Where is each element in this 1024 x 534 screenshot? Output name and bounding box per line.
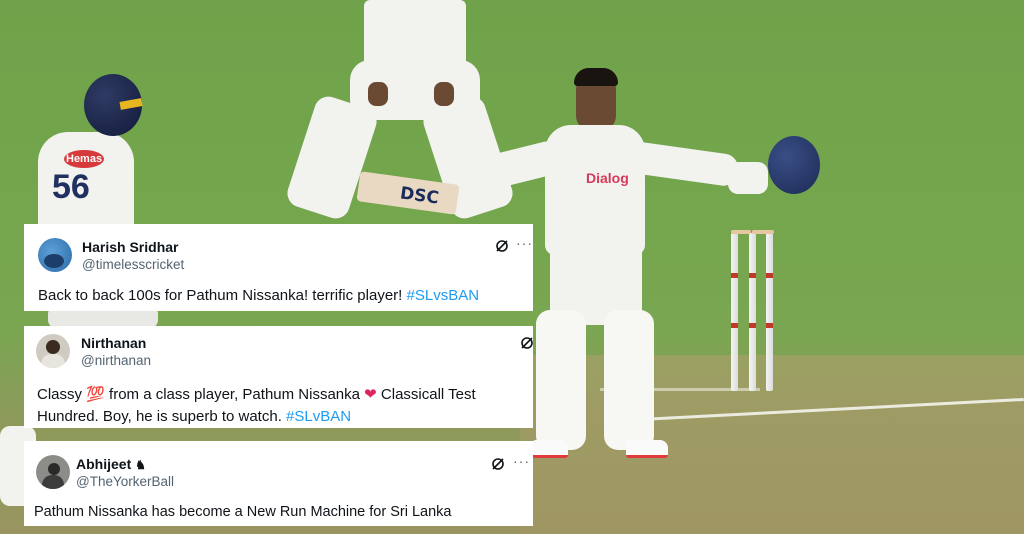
tweet-text-line2: Hundred. Boy, he is superb to watch. xyxy=(37,408,287,425)
avatar[interactable] xyxy=(38,238,72,272)
grok-icon[interactable] xyxy=(520,336,534,350)
batsman-helmet xyxy=(768,136,820,194)
author-name-text: Abhijeet xyxy=(76,456,132,472)
tweet-author-handle[interactable]: @TheYorkerBall xyxy=(76,474,174,489)
avatar[interactable] xyxy=(36,455,70,489)
tweet-author-name[interactable]: Harish Sridhar xyxy=(82,239,178,255)
tweet-text-plain: Back to back 100s for Pathum Nissanka! t… xyxy=(38,287,407,304)
tweet-author-handle[interactable]: @timelesscricket xyxy=(82,257,184,272)
avatar[interactable] xyxy=(36,334,70,368)
tweet-card[interactable]: Nirthanan @nirthanan Classy 💯 from a cla… xyxy=(24,326,533,428)
left-player-number: 56 xyxy=(52,168,90,206)
author-badge-icon: ♞ xyxy=(135,458,146,472)
jersey-sponsor: Dialog xyxy=(586,170,629,186)
tweet-card[interactable]: Harish Sridhar @timelesscricket ··· Back… xyxy=(24,224,533,311)
emoji-heart: ❤ xyxy=(364,386,377,403)
more-icon[interactable]: ··· xyxy=(516,235,533,251)
tweet-author-name[interactable]: Abhijeet ♞ xyxy=(76,456,146,472)
tweet-author-handle[interactable]: @nirthanan xyxy=(81,353,151,368)
emoji-100: 💯 xyxy=(86,386,105,403)
tweet-text-part: from a class player, Pathum Nissanka xyxy=(104,386,365,403)
more-icon[interactable]: ··· xyxy=(513,453,530,469)
tweet-author-name[interactable]: Nirthanan xyxy=(81,335,146,351)
hashtag[interactable]: #SLvBAN xyxy=(286,408,351,425)
tweet-text-part: Classicall Test xyxy=(376,386,476,403)
tweet-text-part: Classy xyxy=(37,386,87,403)
tweet-text: Back to back 100s for Pathum Nissanka! t… xyxy=(38,285,479,307)
tweet-card[interactable]: Abhijeet ♞ @TheYorkerBall ··· Pathum Nis… xyxy=(24,441,533,526)
grok-icon[interactable] xyxy=(491,457,505,471)
grok-icon[interactable] xyxy=(495,239,509,253)
left-player-sponsor: Hemas xyxy=(64,150,105,168)
tweet-text: Classy 💯 from a class player, Pathum Nis… xyxy=(37,384,527,428)
tweet-text: Pathum Nissanka has become a New Run Mac… xyxy=(34,504,452,520)
hashtag[interactable]: #SLvsBAN xyxy=(407,287,480,304)
